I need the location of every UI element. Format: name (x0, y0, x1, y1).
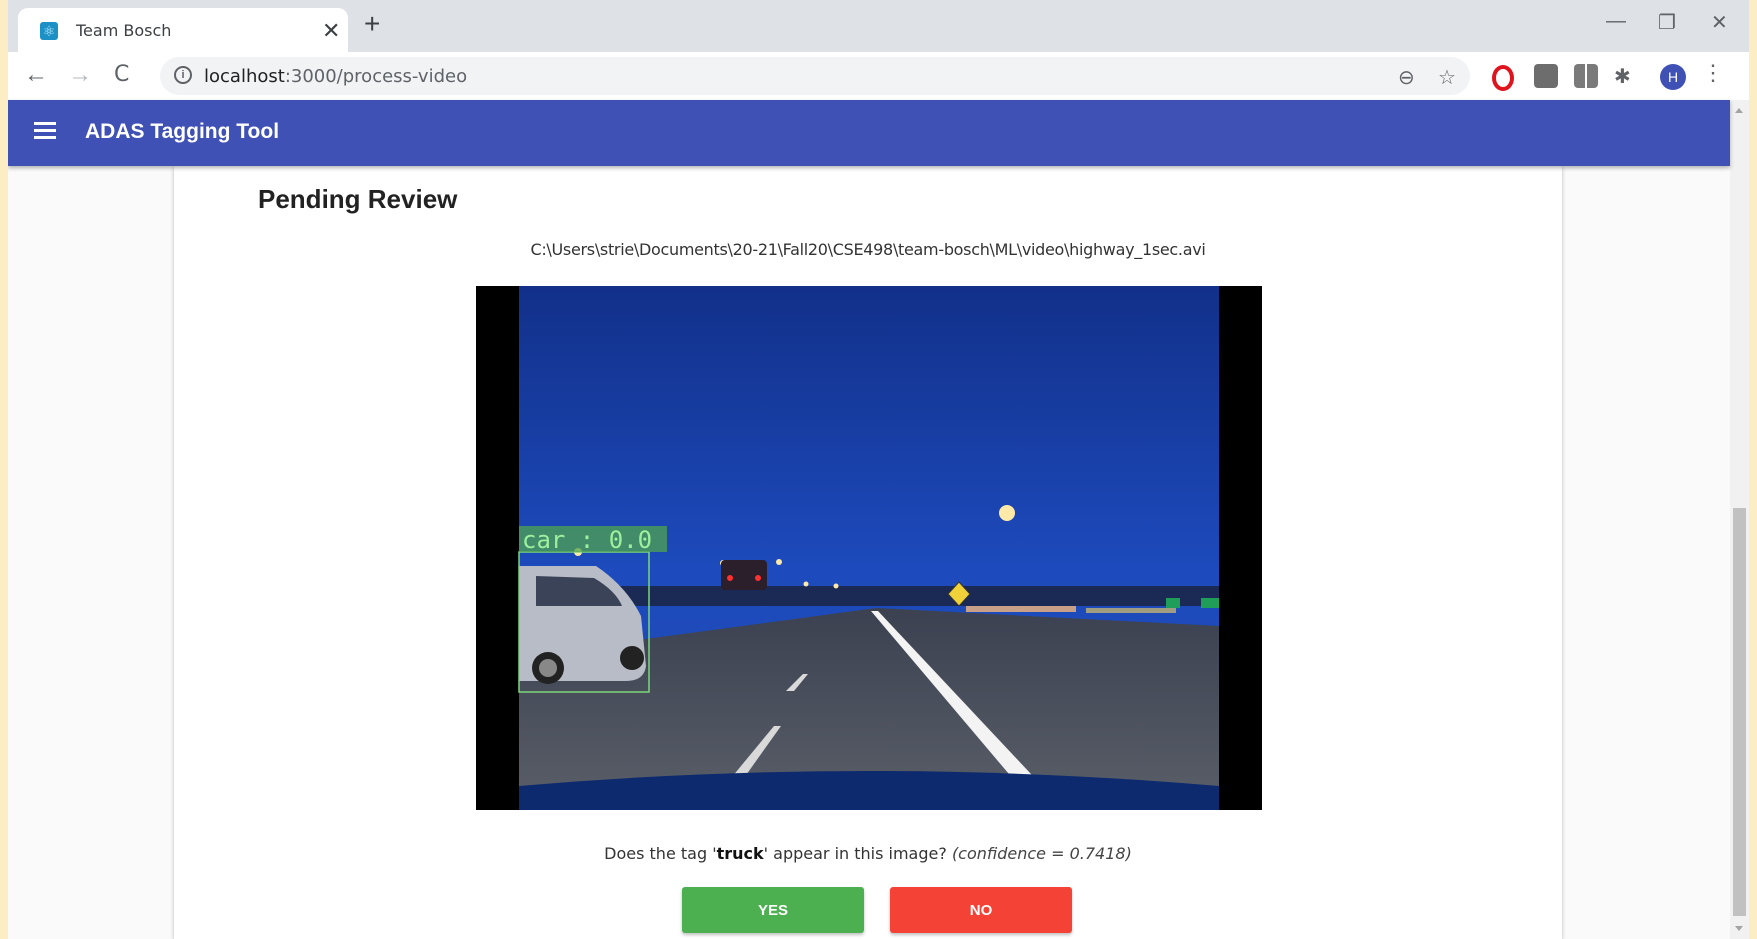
restore-icon[interactable]: ❐ (1658, 10, 1676, 35)
scroll-down-arrow-icon[interactable] (1735, 926, 1743, 931)
video-frame-image: car : 0.0 (476, 286, 1262, 810)
question-suffix: ' appear in this image? (763, 844, 952, 863)
video-file-path: C:\Users\strie\Documents\20-21\Fall20\CS… (530, 240, 1206, 259)
tab-strip: ⚛ Team Bosch ✕ + — ❐ ✕ (8, 0, 1749, 52)
puzzle-extensions-icon[interactable]: ✱ (1614, 64, 1631, 89)
confidence-value: (confidence = 0.7418) (951, 844, 1132, 863)
tab-close-icon[interactable]: ✕ (322, 18, 340, 44)
hamburger-menu-icon[interactable] (34, 118, 56, 143)
detection-label: car : 0.0 (522, 526, 652, 554)
page-title: Pending Review (258, 184, 458, 214)
scrollbar-thumb[interactable] (1733, 508, 1746, 916)
close-window-icon[interactable]: ✕ (1711, 10, 1728, 35)
review-card: Pending Review C:\Users\strie\Documents\… (174, 166, 1562, 939)
no-button[interactable]: NO (890, 887, 1072, 933)
forward-icon[interactable]: → (68, 61, 92, 89)
tag-name: truck (716, 844, 764, 863)
reload-icon[interactable]: C (114, 61, 129, 89)
video-frame: car : 0.0 (476, 286, 1262, 810)
profile-avatar[interactable]: H (1660, 64, 1686, 90)
page-scrollbar[interactable] (1730, 100, 1749, 939)
url-host: localhost (204, 66, 285, 87)
back-icon[interactable]: ← (24, 61, 48, 89)
new-tab-button[interactable]: + (364, 10, 380, 38)
app-bar: ADAS Tagging Tool (8, 100, 1730, 166)
address-bar[interactable]: i localhost:3000/process-video ⊖ ☆ (160, 57, 1470, 95)
opera-extension-icon[interactable] (1492, 65, 1514, 91)
site-info-icon[interactable]: i (174, 66, 192, 84)
yes-button[interactable]: YES (682, 887, 864, 933)
browser-menu-icon[interactable]: ⋮ (1702, 60, 1724, 86)
browser-window: ⚛ Team Bosch ✕ + — ❐ ✕ ← → C i localhost… (8, 0, 1749, 939)
minimize-icon[interactable]: — (1606, 10, 1626, 33)
zoom-icon[interactable]: ⊖ (1398, 65, 1415, 90)
url-path: :3000/process-video (284, 66, 468, 87)
react-favicon-icon: ⚛ (40, 22, 58, 40)
scroll-up-arrow-icon[interactable] (1735, 108, 1743, 113)
url-text[interactable]: localhost:3000/process-video (204, 66, 467, 87)
tab-title: Team Bosch (76, 21, 172, 40)
tag-question: Does the tag 'truck' appear in this imag… (174, 844, 1562, 863)
browser-toolbar: ← → C i localhost:3000/process-video ⊖ ☆… (8, 52, 1749, 101)
app-title: ADAS Tagging Tool (85, 120, 280, 143)
browser-tab[interactable]: ⚛ Team Bosch ✕ (18, 8, 348, 52)
page-content: Pending Review C:\Users\strie\Documents\… (8, 166, 1730, 939)
apps-extension-icon[interactable] (1574, 64, 1598, 88)
question-prefix: Does the tag ' (604, 844, 717, 863)
bookmark-star-icon[interactable]: ☆ (1438, 65, 1456, 90)
extension-icon[interactable] (1534, 64, 1558, 88)
